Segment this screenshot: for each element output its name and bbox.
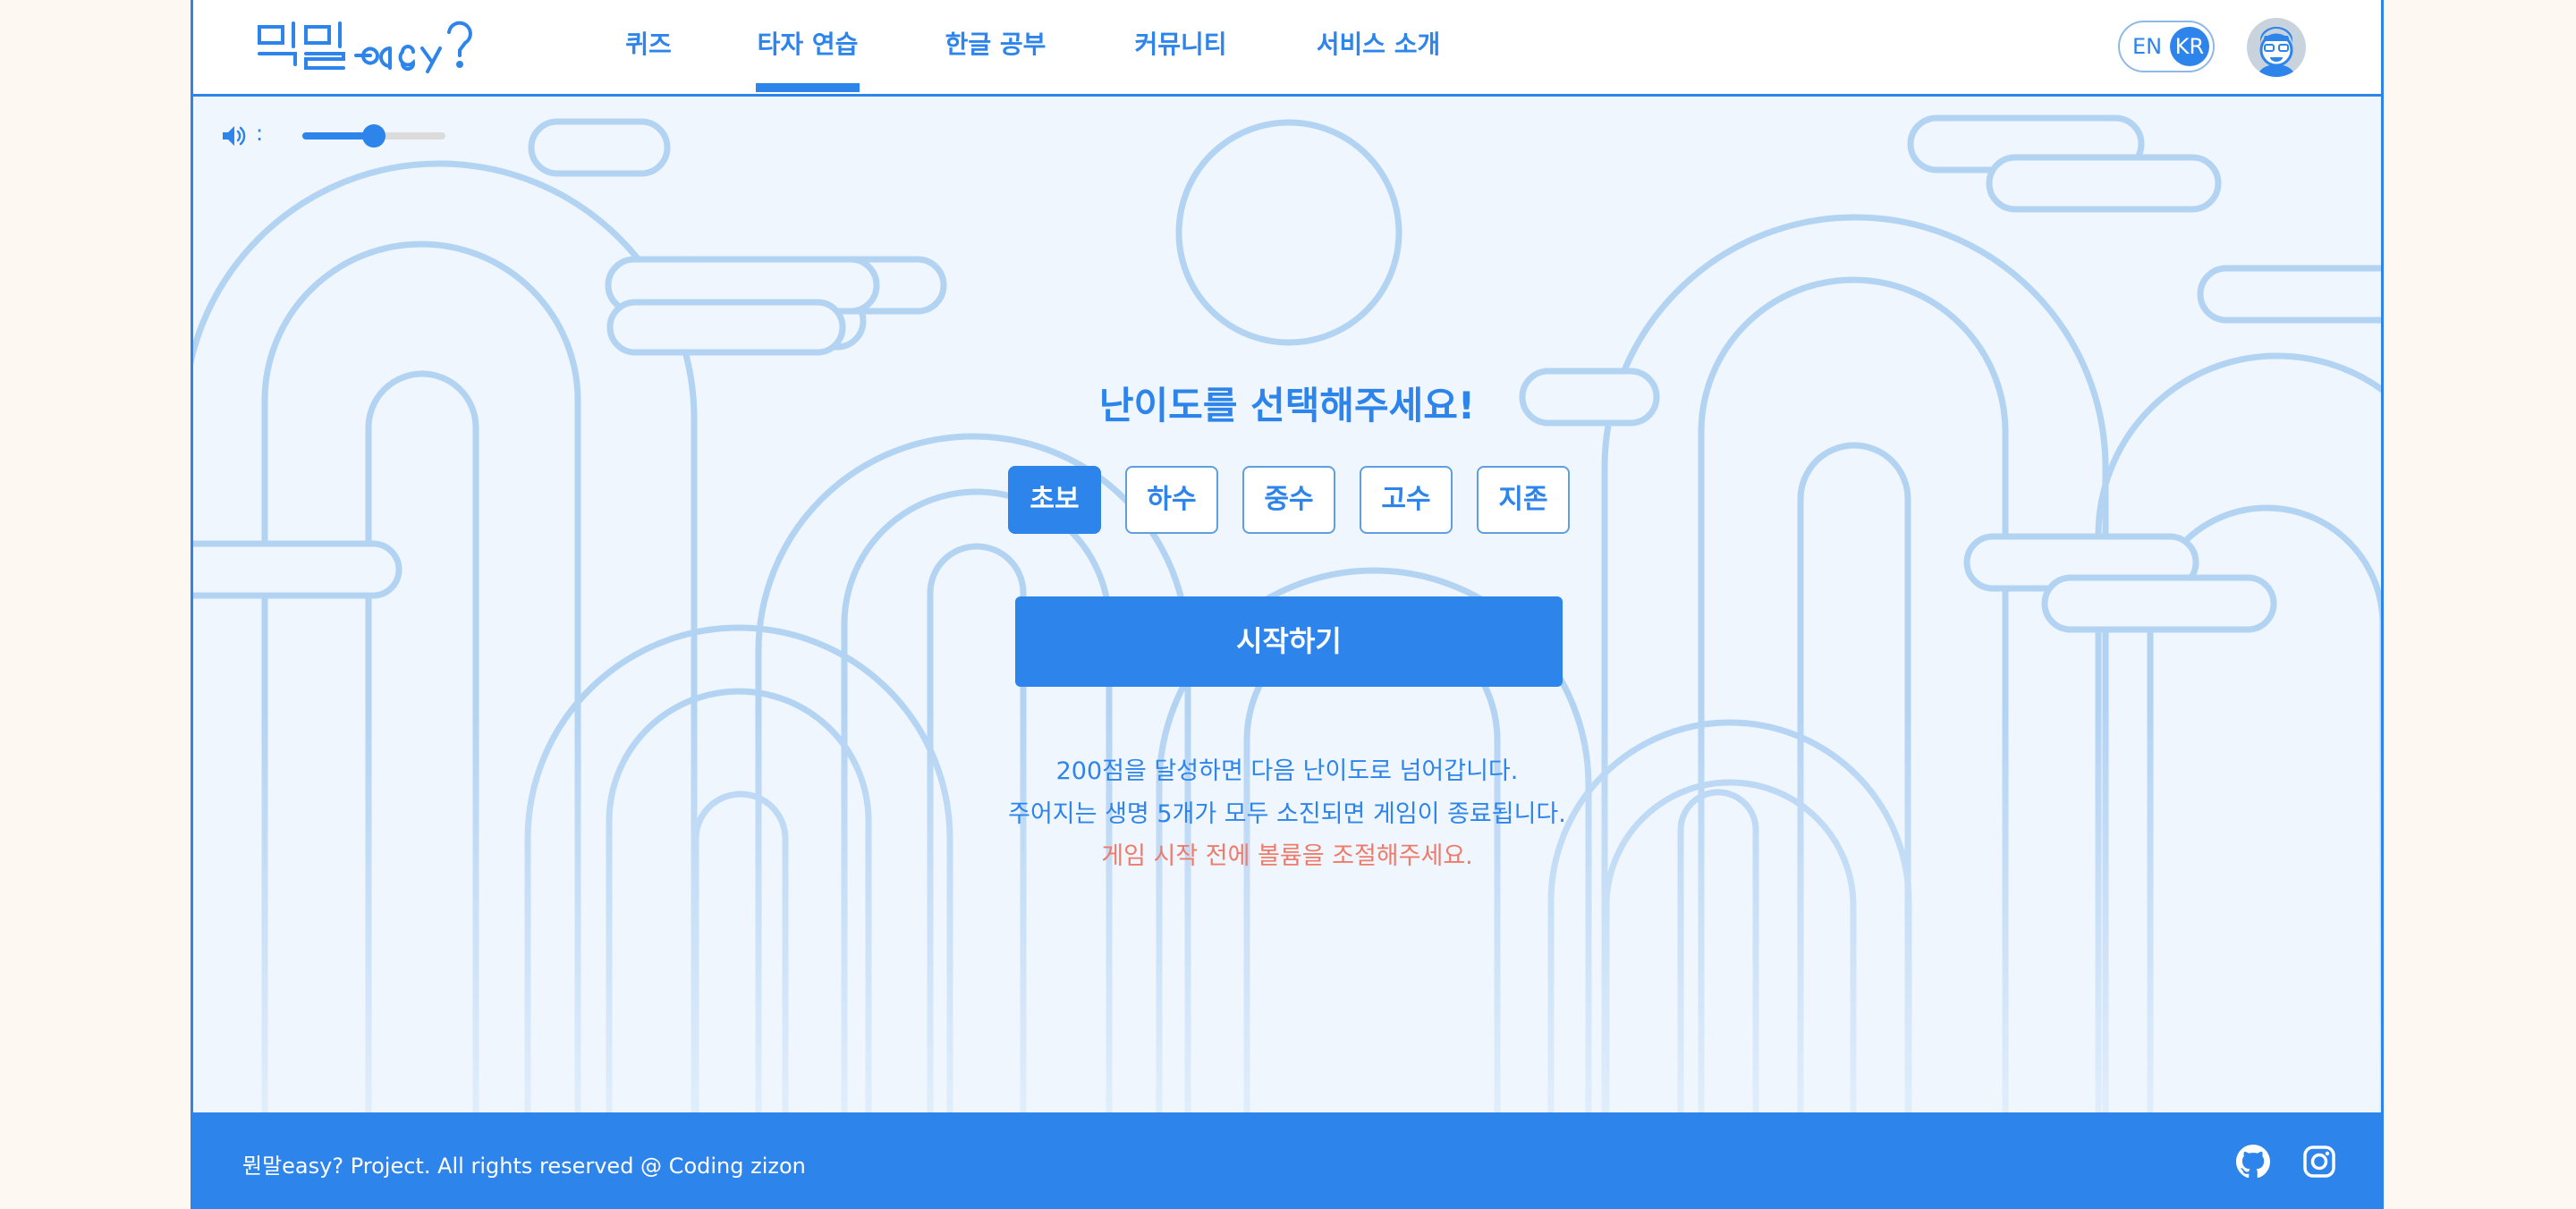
info-next-level: 200점을 달성하면 다음 난이도로 넘어갑니다.: [1055, 757, 1519, 785]
github-icon[interactable]: [2236, 1145, 2270, 1179]
difficulty-expert-button[interactable]: 고수: [1360, 466, 1453, 534]
lang-en-option[interactable]: EN: [2132, 34, 2162, 59]
difficulty-novice-button[interactable]: 하수: [1125, 466, 1218, 534]
nav-quiz-label: 퀴즈: [625, 30, 672, 59]
nav-community[interactable]: 커뮤니티: [1131, 25, 1231, 64]
volume-separator: :: [256, 121, 264, 146]
lang-kr-option[interactable]: KR: [2170, 27, 2209, 66]
app-frame: 퀴즈 타자 연습 한글 공부 커뮤니티 서비스 소개 EN KR: 난이도를 …: [191, 0, 2384, 1209]
nav-hangul-study[interactable]: 한글 공부: [943, 25, 1048, 64]
start-button[interactable]: 시작하기: [1015, 596, 1563, 687]
nav-quiz[interactable]: 퀴즈: [623, 25, 674, 64]
site-header: 퀴즈 타자 연습 한글 공부 커뮤니티 서비스 소개 EN KR: [193, 0, 2381, 97]
page-title: 난이도를 선택해주세요!: [1098, 384, 1476, 427]
user-avatar-icon: [2258, 27, 2295, 77]
nav-typing-practice-label: 타자 연습: [757, 30, 859, 59]
instagram-icon[interactable]: [2302, 1145, 2336, 1179]
logo[interactable]: [254, 20, 487, 73]
nav-about-service-label: 서비스 소개: [1316, 30, 1441, 59]
site-footer: 뭔말easy? Project. All rights reserved @ C…: [193, 1112, 2381, 1209]
speaker-icon[interactable]: [220, 123, 247, 149]
language-toggle[interactable]: EN KR: [2118, 21, 2215, 72]
copyright-text: 뭔말easy? Project. All rights reserved @ C…: [242, 1154, 806, 1179]
logo-mark: [258, 21, 472, 73]
nav-typing-practice[interactable]: 타자 연습: [756, 25, 860, 92]
nav-about-service[interactable]: 서비스 소개: [1313, 25, 1444, 64]
volume-slider[interactable]: [302, 124, 445, 148]
nav-community-label: 커뮤니티: [1134, 30, 1227, 59]
difficulty-intermediate-button[interactable]: 중수: [1242, 466, 1335, 534]
info-lives: 주어지는 생명 5개가 모두 소진되면 게임이 종료됩니다.: [1008, 800, 1566, 828]
volume-slider-thumb[interactable]: [362, 124, 386, 148]
volume-warning: 게임 시작 전에 볼륨을 조절해주세요.: [1101, 842, 1473, 870]
difficulty-master-button[interactable]: 지존: [1477, 466, 1570, 534]
difficulty-beginner-button[interactable]: 초보: [1008, 466, 1101, 534]
avatar[interactable]: [2247, 18, 2306, 77]
nav-hangul-study-label: 한글 공부: [945, 30, 1046, 59]
